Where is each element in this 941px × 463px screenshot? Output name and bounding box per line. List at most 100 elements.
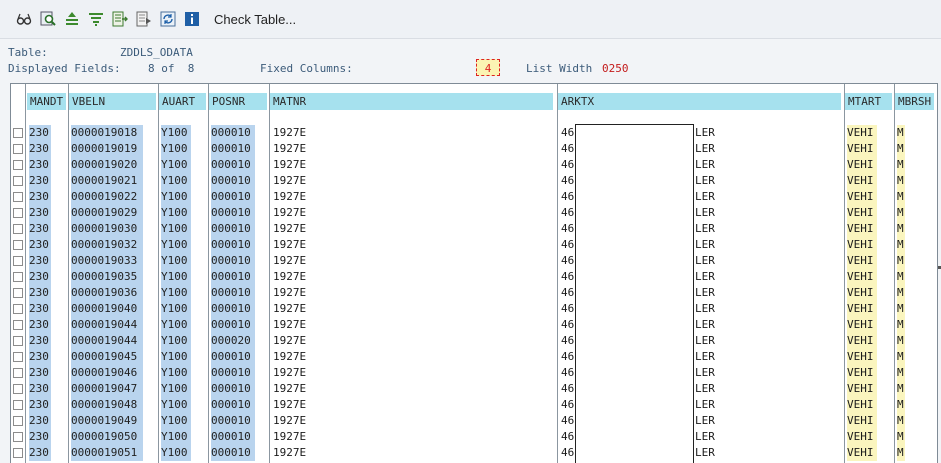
table-row[interactable]: 230 0000019045 Y100 000010 1927E 46 LER VEHI M [11, 349, 937, 365]
cell-posnr[interactable]: 000010 [211, 125, 255, 141]
table-row[interactable]: 230 0000019049 Y100 000010 1927E 46 LER VEHI M [11, 413, 937, 429]
choose-layout-icon[interactable] [134, 10, 153, 29]
cell-matnr[interactable]: 1927E [273, 189, 306, 205]
cell-posnr[interactable]: 000010 [211, 301, 255, 317]
cell-arktx-b[interactable]: LER [695, 189, 715, 205]
table-row[interactable]: 230 0000019029 Y100 000010 1927E 46 LER VEHI M [11, 205, 937, 221]
cell-mandt[interactable]: 230 [29, 413, 51, 429]
cell-mbrsh[interactable]: M [897, 173, 905, 189]
cell-arktx-a[interactable]: 46 [561, 333, 574, 349]
table-row[interactable]: 230 0000019044 Y100 000020 1927E 46 LER VEHI M [11, 333, 937, 349]
cell-mtart[interactable]: VEHI [847, 285, 877, 301]
cell-mandt[interactable]: 230 [29, 157, 51, 173]
cell-mbrsh[interactable]: M [897, 221, 905, 237]
cell-arktx-a[interactable]: 46 [561, 205, 574, 221]
cell-mbrsh[interactable]: M [897, 365, 905, 381]
cell-mandt[interactable]: 230 [29, 365, 51, 381]
cell-matnr[interactable]: 1927E [273, 237, 306, 253]
table-row[interactable]: 230 0000019036 Y100 000010 1927E 46 LER VEHI M [11, 285, 937, 301]
cell-arktx-a[interactable]: 46 [561, 381, 574, 397]
cell-auart[interactable]: Y100 [161, 413, 191, 429]
cell-mandt[interactable]: 230 [29, 381, 51, 397]
cell-matnr[interactable]: 1927E [273, 365, 306, 381]
cell-mtart[interactable]: VEHI [847, 157, 877, 173]
check-table-button[interactable]: Check Table... [214, 12, 296, 27]
cell-mbrsh[interactable]: M [897, 397, 905, 413]
column-header-mandt[interactable]: MANDT [27, 93, 66, 110]
cell-arktx-b[interactable]: LER [695, 157, 715, 173]
cell-mbrsh[interactable]: M [897, 413, 905, 429]
cell-mandt[interactable]: 230 [29, 349, 51, 365]
cell-arktx-a[interactable]: 46 [561, 445, 574, 461]
cell-mbrsh[interactable]: M [897, 157, 905, 173]
cell-arktx-b[interactable]: LER [695, 173, 715, 189]
cell-vbeln[interactable]: 0000019035 [71, 269, 143, 285]
cell-mandt[interactable]: 230 [29, 189, 51, 205]
cell-mtart[interactable]: VEHI [847, 141, 877, 157]
cell-posnr[interactable]: 000010 [211, 365, 255, 381]
cell-matnr[interactable]: 1927E [273, 173, 306, 189]
cell-mtart[interactable]: VEHI [847, 317, 877, 333]
cell-mtart[interactable]: VEHI [847, 253, 877, 269]
cell-vbeln[interactable]: 0000019048 [71, 397, 143, 413]
cell-posnr[interactable]: 000010 [211, 173, 255, 189]
cell-vbeln[interactable]: 0000019030 [71, 221, 143, 237]
cell-arktx-b[interactable]: LER [695, 349, 715, 365]
cell-posnr[interactable]: 000010 [211, 349, 255, 365]
cell-matnr[interactable]: 1927E [273, 301, 306, 317]
cell-auart[interactable]: Y100 [161, 429, 191, 445]
cell-mtart[interactable]: VEHI [847, 125, 877, 141]
cell-auart[interactable]: Y100 [161, 301, 191, 317]
cell-arktx-a[interactable]: 46 [561, 253, 574, 269]
find-icon[interactable] [38, 10, 57, 29]
cell-matnr[interactable]: 1927E [273, 397, 306, 413]
cell-vbeln[interactable]: 0000019018 [71, 125, 143, 141]
table-row[interactable]: 230 0000019048 Y100 000010 1927E 46 LER VEHI M [11, 397, 937, 413]
cell-arktx-b[interactable]: LER [695, 445, 715, 461]
row-select-checkbox[interactable] [13, 288, 23, 298]
cell-arktx-a[interactable]: 46 [561, 157, 574, 173]
refresh-icon[interactable] [158, 10, 177, 29]
row-select-checkbox[interactable] [13, 400, 23, 410]
cell-matnr[interactable]: 1927E [273, 381, 306, 397]
cell-vbeln[interactable]: 0000019045 [71, 349, 143, 365]
info-icon[interactable] [182, 10, 201, 29]
cell-auart[interactable]: Y100 [161, 365, 191, 381]
row-select-checkbox[interactable] [13, 432, 23, 442]
cell-matnr[interactable]: 1927E [273, 125, 306, 141]
cell-mandt[interactable]: 230 [29, 173, 51, 189]
row-select-checkbox[interactable] [13, 320, 23, 330]
cell-auart[interactable]: Y100 [161, 141, 191, 157]
table-row[interactable]: 230 0000019044 Y100 000010 1927E 46 LER VEHI M [11, 317, 937, 333]
cell-mtart[interactable]: VEHI [847, 189, 877, 205]
cell-vbeln[interactable]: 0000019020 [71, 157, 143, 173]
cell-mbrsh[interactable]: M [897, 141, 905, 157]
cell-vbeln[interactable]: 0000019044 [71, 333, 143, 349]
cell-auart[interactable]: Y100 [161, 381, 191, 397]
column-header-arktx[interactable]: ARKTX [558, 93, 841, 110]
cell-posnr[interactable]: 000010 [211, 397, 255, 413]
cell-auart[interactable]: Y100 [161, 397, 191, 413]
cell-vbeln[interactable]: 0000019033 [71, 253, 143, 269]
cell-mandt[interactable]: 230 [29, 237, 51, 253]
cell-posnr[interactable]: 000010 [211, 269, 255, 285]
row-select-checkbox[interactable] [13, 416, 23, 426]
row-select-checkbox[interactable] [13, 272, 23, 282]
row-select-checkbox[interactable] [13, 352, 23, 362]
cell-arktx-b[interactable]: LER [695, 413, 715, 429]
cell-posnr[interactable]: 000010 [211, 317, 255, 333]
cell-mbrsh[interactable]: M [897, 285, 905, 301]
cell-posnr[interactable]: 000010 [211, 189, 255, 205]
row-select-checkbox[interactable] [13, 240, 23, 250]
cell-matnr[interactable]: 1927E [273, 221, 306, 237]
cell-matnr[interactable]: 1927E [273, 205, 306, 221]
cell-mtart[interactable]: VEHI [847, 173, 877, 189]
cell-matnr[interactable]: 1927E [273, 253, 306, 269]
table-row[interactable]: 230 0000019046 Y100 000010 1927E 46 LER VEHI M [11, 365, 937, 381]
cell-mandt[interactable]: 230 [29, 317, 51, 333]
cell-arktx-b[interactable]: LER [695, 301, 715, 317]
cell-posnr[interactable]: 000010 [211, 237, 255, 253]
cell-mtart[interactable]: VEHI [847, 365, 877, 381]
cell-mandt[interactable]: 230 [29, 301, 51, 317]
cell-mbrsh[interactable]: M [897, 237, 905, 253]
